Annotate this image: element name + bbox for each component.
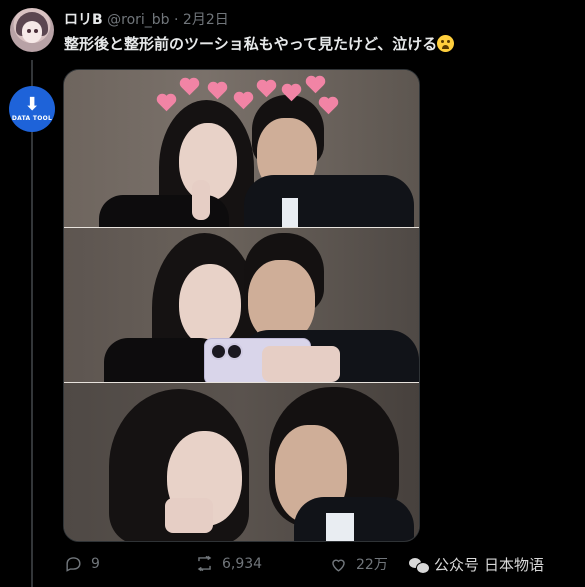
photo-hand [192, 180, 210, 220]
heart-sticker [235, 93, 252, 110]
user-avatar[interactable] [10, 8, 54, 52]
wechat-icon [409, 557, 430, 574]
crying-face-icon [437, 35, 455, 52]
reply-count: 9 [91, 555, 100, 572]
photo-hand [165, 498, 213, 533]
reply-button[interactable]: 9 [64, 554, 100, 573]
photo-hand [262, 346, 340, 382]
tweet-text: 整形後と整形前のツーショ私もやって見たけど、泣ける [64, 33, 455, 54]
avatar-eye [27, 29, 31, 33]
watermark-brand: 公众号 [434, 556, 480, 574]
like-count: 22万 [356, 557, 388, 573]
photo-face [179, 264, 241, 346]
tweet-body: 整形後と整形前のツーショ私もやって見たけど、泣ける [64, 35, 438, 53]
user-handle[interactable]: @rori_bb [107, 12, 169, 28]
data-tool-badge[interactable]: ⬇ DATA TOOL [9, 86, 55, 132]
photo-shirt [282, 198, 298, 227]
photo-shirt [326, 513, 354, 541]
photo-suit [244, 175, 414, 227]
heart-sticker [258, 81, 275, 98]
heart-sticker [181, 79, 198, 96]
phone-lens [210, 343, 227, 360]
heart-sticker [209, 83, 226, 100]
retweet-icon [197, 555, 212, 572]
photo-suit [294, 497, 414, 541]
tweet-photo[interactable] [63, 69, 420, 542]
photo-panel-middle [64, 228, 419, 382]
avatar-face [22, 21, 42, 43]
data-tool-label: DATA TOOL [11, 114, 53, 122]
retweet-button[interactable]: 6,934 [195, 554, 262, 573]
heart-sticker [307, 77, 324, 94]
tweet-date[interactable]: 2月2日 [183, 12, 229, 28]
reply-icon [66, 557, 81, 572]
thread-line [31, 60, 33, 587]
heart-sticker [320, 98, 337, 115]
photo-panel-top [64, 70, 419, 227]
photo-panel-bottom [64, 383, 419, 541]
wechat-watermark: 公众号 日本物语 [409, 554, 544, 575]
watermark-account: 日本物语 [484, 556, 545, 574]
like-button[interactable]: 22万 [329, 554, 388, 574]
separator-dot: · [174, 12, 179, 28]
tweet-header: ロリB @rori_bb · 2月2日 [64, 9, 229, 29]
heart-sticker [158, 95, 175, 112]
download-icon: ⬇ [24, 93, 40, 115]
phone-lens [226, 343, 243, 360]
avatar-eye [34, 29, 38, 33]
retweet-count: 6,934 [222, 555, 263, 572]
display-name[interactable]: ロリB [64, 12, 103, 28]
heart-icon [332, 559, 345, 572]
